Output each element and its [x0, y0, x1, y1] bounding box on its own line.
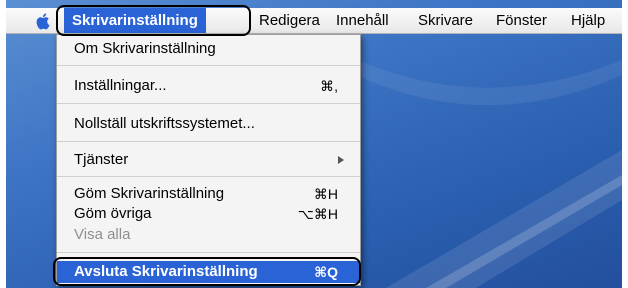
menu-item-show-all: Visa alla: [57, 224, 360, 246]
menu-fonster[interactable]: Fönster: [496, 8, 547, 33]
menu-item-about[interactable]: Om Skrivarinställning: [57, 38, 360, 60]
menu-hjalp[interactable]: Hjälp: [571, 8, 605, 33]
shortcut-hide-others: ⌥⌘H: [297, 206, 338, 222]
menu-redigera[interactable]: Redigera: [259, 8, 320, 33]
apple-icon[interactable]: [36, 12, 52, 30]
menu-item-services[interactable]: Tjänster: [57, 149, 360, 171]
menu-item-hide-others-label: Göm övriga: [74, 205, 152, 222]
highlight-frame-quit-item: [53, 257, 361, 286]
menu-item-reset-label: Nollställ utskriftssystemet...: [74, 115, 255, 132]
menu-item-preferences[interactable]: Inställningar... ⌘,: [57, 75, 360, 97]
menu-item-preferences-label: Inställningar...: [74, 77, 167, 94]
menu-separator: [57, 141, 360, 142]
menu-separator: [57, 103, 360, 104]
menu-separator: [57, 252, 360, 253]
submenu-arrow-icon: [338, 156, 344, 164]
menu-item-show-all-label: Visa alla: [74, 226, 131, 243]
application-dropdown-menu: Om Skrivarinställning Inställningar... ⌘…: [56, 34, 361, 286]
menu-item-reset-printing-system[interactable]: Nollställ utskriftssystemet...: [57, 113, 360, 135]
highlight-frame-menu-title: [56, 5, 251, 36]
menu-item-hide-label: Göm Skrivarinställning: [74, 185, 225, 202]
menu-item-services-label: Tjänster: [74, 151, 129, 168]
menu-separator: [57, 176, 360, 177]
menu-innehall[interactable]: Innehåll: [336, 8, 389, 33]
menu-skrivare[interactable]: Skrivare: [418, 8, 473, 33]
menu-item-about-label: Om Skrivarinställning: [74, 40, 216, 57]
shortcut-hide: ⌘H: [313, 186, 338, 202]
menu-item-hide-others[interactable]: Göm övriga ⌥⌘H: [57, 203, 360, 225]
menu-separator: [57, 65, 360, 66]
menu-item-hide[interactable]: Göm Skrivarinställning ⌘H: [57, 183, 360, 205]
screenshot: Skrivarinställning Redigera Innehåll Skr…: [0, 0, 628, 288]
shortcut-preferences: ⌘,: [320, 78, 338, 94]
